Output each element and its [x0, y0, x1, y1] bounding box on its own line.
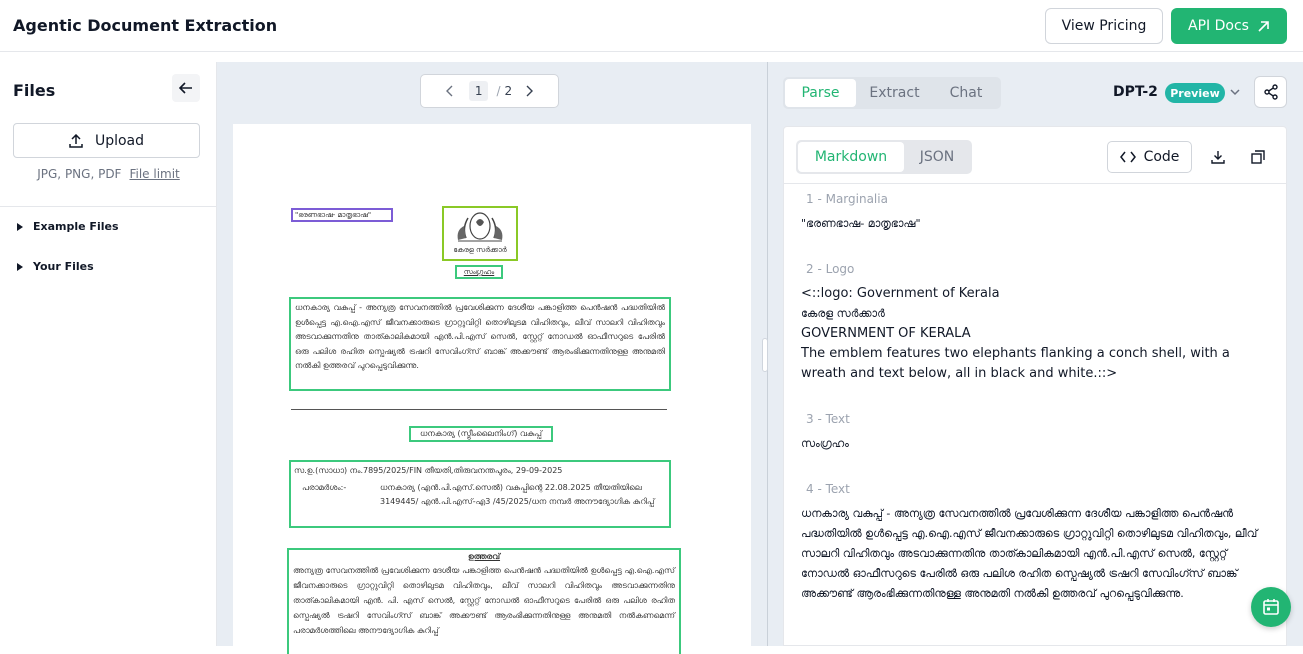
upload-label: Upload [94, 132, 145, 149]
app-title: Agentic Document Extraction [13, 16, 278, 35]
page-navigator: 1 / 2 [420, 74, 559, 108]
marginalia-box[interactable]: "ഭരണഭാഷ- മാതൃഭാഷ" [291, 208, 393, 222]
chunk-label: 3 - Text [806, 412, 850, 426]
tree-item-your-files[interactable]: Your Files [17, 260, 94, 273]
chunk-text: ധനകാര്യ വകുപ്പ് - അന്യത്ര സേവനത്തിൽ പ്രവ… [801, 507, 1258, 600]
logo-box[interactable]: കേരള സർക്കാർ [442, 206, 518, 261]
tab-chat[interactable]: Chat [933, 79, 999, 107]
document-page: "ഭരണഭാഷ- മാതൃഭാഷ" കേരള സർക്കാർ സംഗ്രഹം ധ… [233, 124, 751, 654]
code-label: Code [1143, 149, 1180, 165]
order-title: ഉത്തരവ് [467, 552, 501, 561]
upload-button[interactable]: Upload [13, 123, 200, 158]
chevron-down-icon[interactable] [1230, 85, 1240, 99]
results-panel: Parse Extract Chat DPT-2 Preview Markdow… [768, 62, 1303, 646]
tree-item-label: Example Files [33, 220, 119, 233]
copy-button[interactable] [1248, 147, 1268, 167]
model-selector[interactable]: DPT-2 [1113, 84, 1158, 100]
tab-json[interactable]: JSON [904, 142, 970, 172]
caret-right-icon [17, 222, 23, 231]
code-icon [1119, 151, 1136, 163]
reference-label: പരാമർശം:- [302, 483, 347, 492]
logo-caption: കേരള സർക്കാർ [453, 246, 507, 254]
chunk-label: 4 - Text [806, 482, 850, 496]
order-body-box[interactable]: ഉത്തരവ് അന്യത്ര സേവനത്തിൽ പ്രവേശിക്കുന്ന… [287, 548, 681, 654]
file-limit-link[interactable]: File limit [129, 167, 179, 181]
view-pricing-button[interactable]: View Pricing [1045, 8, 1163, 44]
chevron-left-icon[interactable] [445, 85, 453, 97]
upload-icon [69, 133, 83, 148]
top-header: Agentic Document Extraction View Pricing… [0, 0, 1303, 52]
format-tabs: Markdown JSON [796, 140, 972, 174]
arrow-left-icon [179, 82, 192, 94]
code-button[interactable]: Code [1107, 141, 1192, 173]
file-types-text: JPG, PNG, PDF [37, 167, 122, 181]
chunk-label: 1 - Marginalia [806, 192, 888, 206]
marginalia-text: "ഭരണഭാഷ- മാതൃഭാഷ" [295, 211, 372, 219]
chunk-4[interactable]: 4 - Text ധനകാര്യ വകുപ്പ് - അന്യത്ര സേവനത… [801, 482, 1271, 604]
kerala-emblem-icon [457, 212, 503, 242]
collapse-sidebar-button[interactable] [172, 74, 200, 102]
tab-markdown[interactable]: Markdown [798, 142, 904, 172]
download-button[interactable] [1208, 147, 1228, 167]
share-button[interactable] [1254, 76, 1287, 108]
summary-heading-text: സംഗ്രഹം [463, 268, 495, 276]
files-title: Files [13, 81, 56, 100]
sidebar-divider [0, 206, 216, 207]
tab-parse[interactable]: Parse [785, 79, 856, 107]
tab-extract[interactable]: Extract [856, 79, 933, 107]
chunk-1[interactable]: 1 - Marginalia "ഭരണഭാഷ- മാതൃഭാഷ" [801, 192, 921, 234]
preview-badge: Preview [1165, 83, 1225, 103]
share-icon [1263, 84, 1278, 100]
files-sidebar: Files Upload JPG, PNG, PDF File limit Exa… [0, 62, 217, 646]
file-types-note: JPG, PNG, PDF File limit [0, 167, 217, 181]
chunk-label: 2 - Logo [806, 262, 855, 276]
total-pages: 2 [504, 84, 513, 98]
document-viewer: 1 / 2 "ഭരണഭാഷ- മാതൃഭാഷ" കേരള സർക്കാർ സംഗ… [217, 62, 768, 654]
reference-text: ധനകാര്യ (എൻ.പി.എസ്.സെൽ) വകുപ്പിന്റെ 22.0… [380, 483, 655, 506]
chunk-text: കേരള സർക്കാർ [801, 307, 885, 320]
download-icon [1211, 151, 1225, 164]
external-arrow-icon [1258, 20, 1269, 32]
api-docs-label: API Docs [1188, 18, 1249, 34]
calendar-icon [1263, 599, 1279, 615]
chunk-3[interactable]: 3 - Text സംഗ്രഹം [801, 412, 850, 454]
order-body-text: അന്യത്ര സേവനത്തിൽ പ്രവേശിക്കുന്ന ദേശീയ പ… [293, 566, 675, 635]
summary-heading-box[interactable]: സംഗ്രഹം [455, 265, 503, 279]
api-docs-button[interactable]: API Docs [1171, 8, 1287, 44]
tree-item-example-files[interactable]: Example Files [17, 220, 119, 233]
page-separator: / [496, 84, 501, 98]
tree-item-label: Your Files [33, 260, 94, 273]
order-info-box[interactable]: സ.ഉ.(സാധാ) നം.7895/2025/FIN തീയതി,തിരുവന… [289, 460, 671, 528]
chunk-text: GOVERNMENT OF KERALA [801, 326, 971, 341]
chunk-text: "ഭരണഭാഷ- മാതൃഭാഷ" [801, 217, 921, 230]
text-block-content: ധനകാര്യ വകുപ്പ് - അന്യത്ര സേവനത്തിൽ പ്രവ… [295, 303, 665, 370]
reference-row: പരാമർശം:- ധനകാര്യ (എൻ.പി.എസ്.സെൽ) വകുപ്പ… [294, 481, 666, 508]
results-card: Markdown JSON Code 1 - Marginalia "ഭരണഭാ… [783, 126, 1287, 646]
text-block-box[interactable]: ധനകാര്യ വകുപ്പ് - അന്യത്ര സേവനത്തിൽ പ്രവ… [289, 297, 671, 391]
horizontal-rule [291, 409, 667, 410]
chunk-text: <::logo: Government of Kerala [801, 286, 1000, 301]
chunk-text: സംഗ്രഹം [801, 437, 849, 450]
calendar-fab-button[interactable] [1251, 587, 1291, 627]
department-text: ധനകാര്യ (സ്ട്രീംലൈനിംഗ്) വകുപ്പ് [420, 429, 542, 438]
chunk-text: The emblem features two elephants flanki… [801, 346, 1230, 381]
mode-tabs: Parse Extract Chat [783, 77, 1001, 109]
chevron-right-icon[interactable] [526, 85, 534, 97]
caret-right-icon [17, 262, 23, 271]
card-divider [784, 183, 1286, 184]
current-page[interactable]: 1 [468, 81, 489, 101]
department-box[interactable]: ധനകാര്യ (സ്ട്രീംലൈനിംഗ്) വകുപ്പ് [409, 426, 553, 442]
chunk-2[interactable]: 2 - Logo <::logo: Government of Kerala ക… [801, 262, 1271, 384]
copy-icon [1251, 150, 1265, 164]
order-number-text: സ.ഉ.(സാധാ) നം.7895/2025/FIN തീയതി,തിരുവന… [294, 466, 563, 475]
